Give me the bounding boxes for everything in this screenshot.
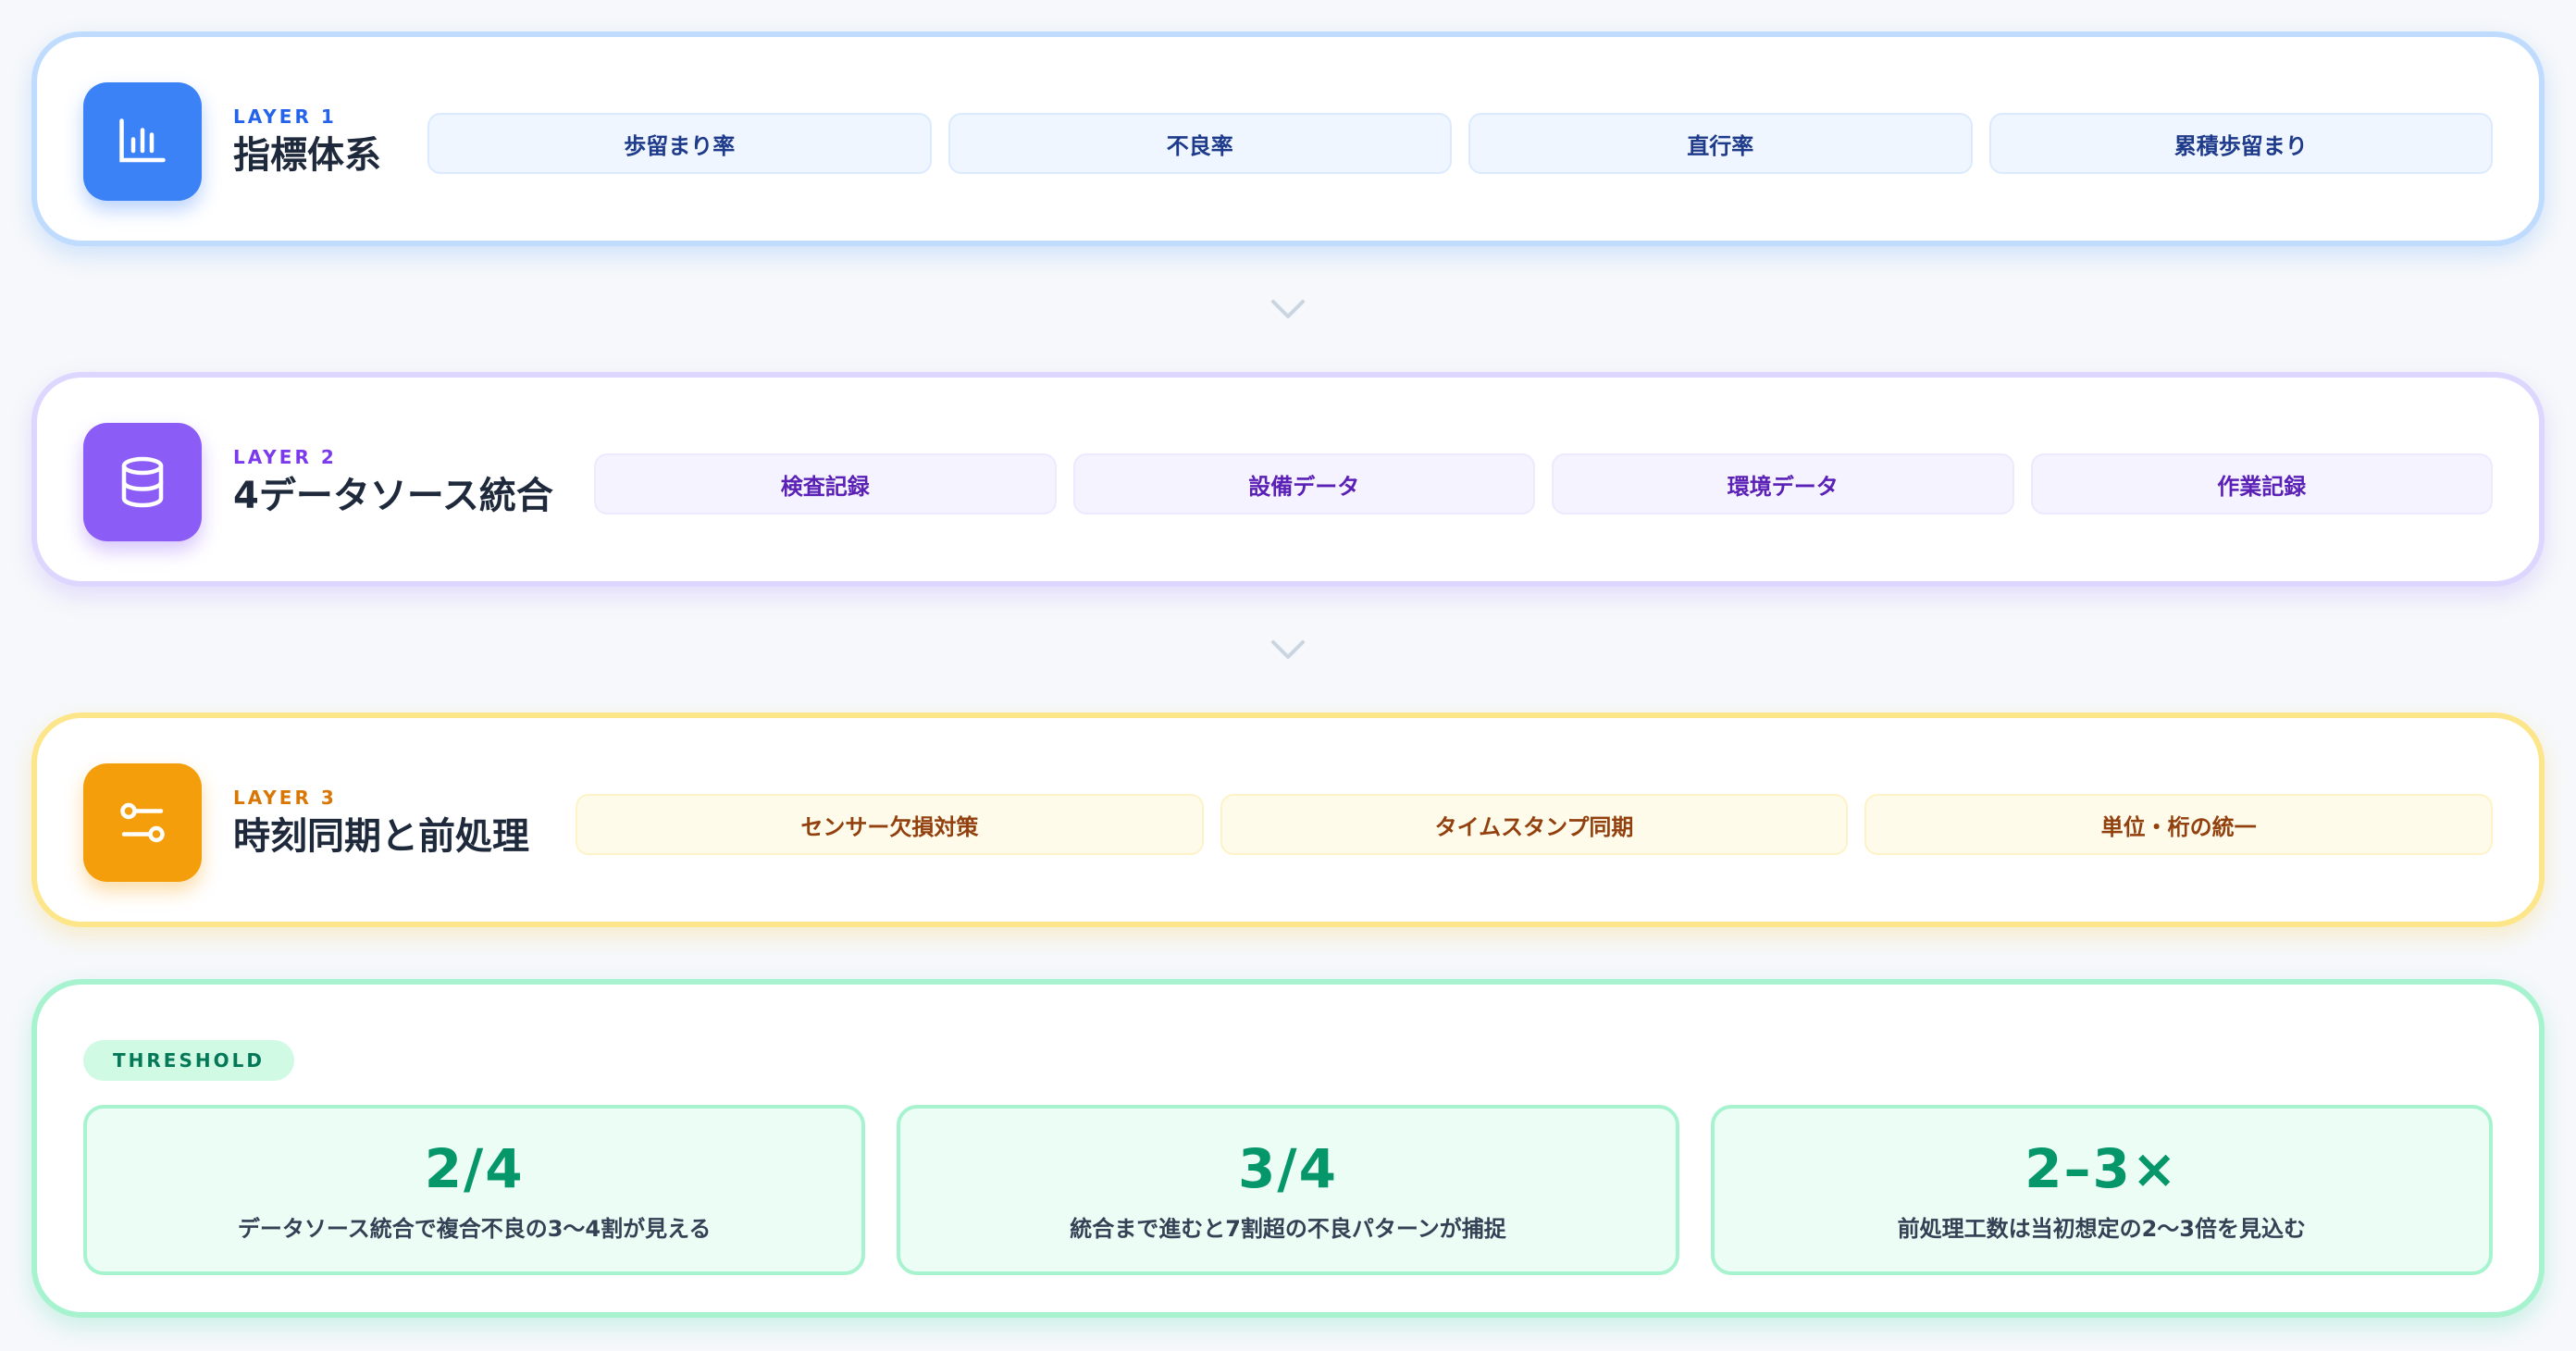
layer-1-heading: LAYER 1 指標体系: [233, 105, 381, 180]
layer-3-icon-box: [83, 763, 202, 882]
chip-unit-normalization: 単位・桁の統一: [1864, 794, 2494, 855]
layer-2-card: LAYER 2 4データソース統合 検査記録 設備データ 環境データ 作業記録: [31, 372, 2545, 587]
stat-card: 2–3× 前処理工数は当初想定の2〜3倍を見込む: [1710, 1105, 2493, 1275]
chevron-down-icon: [1271, 300, 1305, 318]
layer-3-tag: LAYER 3: [233, 787, 337, 809]
stat-card: 2/4 データソース統合で複合不良の3〜4割が見える: [83, 1105, 866, 1275]
stat-value: 2/4: [424, 1136, 525, 1200]
bar-chart-icon: [119, 118, 166, 163]
chip-work-records: 作業記録: [2030, 453, 2493, 514]
layer-1-title: 指標体系: [233, 134, 381, 177]
stat-card: 3/4 統合まで進むと7割超の不良パターンが捕捉: [897, 1105, 1679, 1275]
chip-yield-rate: 歩留まり率: [427, 113, 932, 174]
layer-2-heading: LAYER 2 4データソース統合: [233, 446, 553, 520]
layer-3-card: LAYER 3 時刻同期と前処理 センサー欠損対策 タイムスタンプ同期 単位・桁…: [31, 713, 2545, 927]
chip-first-pass-rate: 直行率: [1468, 113, 1973, 174]
chip-sensor-gap-handling: センサー欠損対策: [576, 794, 1204, 855]
layer-1-card: LAYER 1 指標体系 歩留まり率 不良率 直行率 累積歩留まり: [31, 31, 2545, 246]
threshold-card: THRESHOLD 2/4 データソース統合で複合不良の3〜4割が見える 3/4…: [31, 979, 2545, 1318]
layer-2-title: 4データソース統合: [233, 475, 553, 517]
layer-2-icon-box: [83, 423, 202, 541]
threshold-badge: THRESHOLD: [83, 1040, 294, 1081]
chip-cumulative-yield: 累積歩留まり: [1988, 113, 2493, 174]
layer-3-heading: LAYER 3 時刻同期と前処理: [233, 787, 529, 861]
chip-equipment-data: 設備データ: [1072, 453, 1535, 514]
database-icon: [121, 456, 164, 508]
layer-3-title: 時刻同期と前処理: [233, 815, 529, 858]
chip-timestamp-sync: タイムスタンプ同期: [1220, 794, 1849, 855]
chevron-down-icon: [1271, 640, 1305, 659]
toggles-icon: [120, 802, 165, 843]
layer-1-icon-box: [83, 82, 202, 201]
stat-label: データソース統合で複合不良の3〜4割が見える: [237, 1215, 712, 1242]
stat-value: 3/4: [1238, 1136, 1338, 1200]
stat-label: 前処理工数は当初想定の2〜3倍を見込む: [1897, 1215, 2307, 1242]
layer-2-chips: 検査記録 設備データ 環境データ 作業記録: [594, 453, 2493, 514]
threshold-stats: 2/4 データソース統合で複合不良の3〜4割が見える 3/4 統合まで進むと7割…: [83, 1105, 2493, 1275]
layer-2-tag: LAYER 2: [233, 446, 337, 468]
layer-1-tag: LAYER 1: [233, 105, 337, 128]
chip-inspection-records: 検査記録: [594, 453, 1057, 514]
layer-1-chips: 歩留まり率 不良率 直行率 累積歩留まり: [427, 113, 2493, 174]
stat-label: 統合まで進むと7割超の不良パターンが捕捉: [1070, 1215, 1506, 1242]
chip-environment-data: 環境データ: [1552, 453, 2014, 514]
chip-defect-rate: 不良率: [947, 113, 1452, 174]
layer-diagram: LAYER 1 指標体系 歩留まり率 不良率 直行率 累積歩留まり LAYER …: [0, 0, 2576, 1351]
stat-value: 2–3×: [2025, 1136, 2179, 1200]
layer-3-chips: センサー欠損対策 タイムスタンプ同期 単位・桁の統一: [576, 794, 2494, 855]
